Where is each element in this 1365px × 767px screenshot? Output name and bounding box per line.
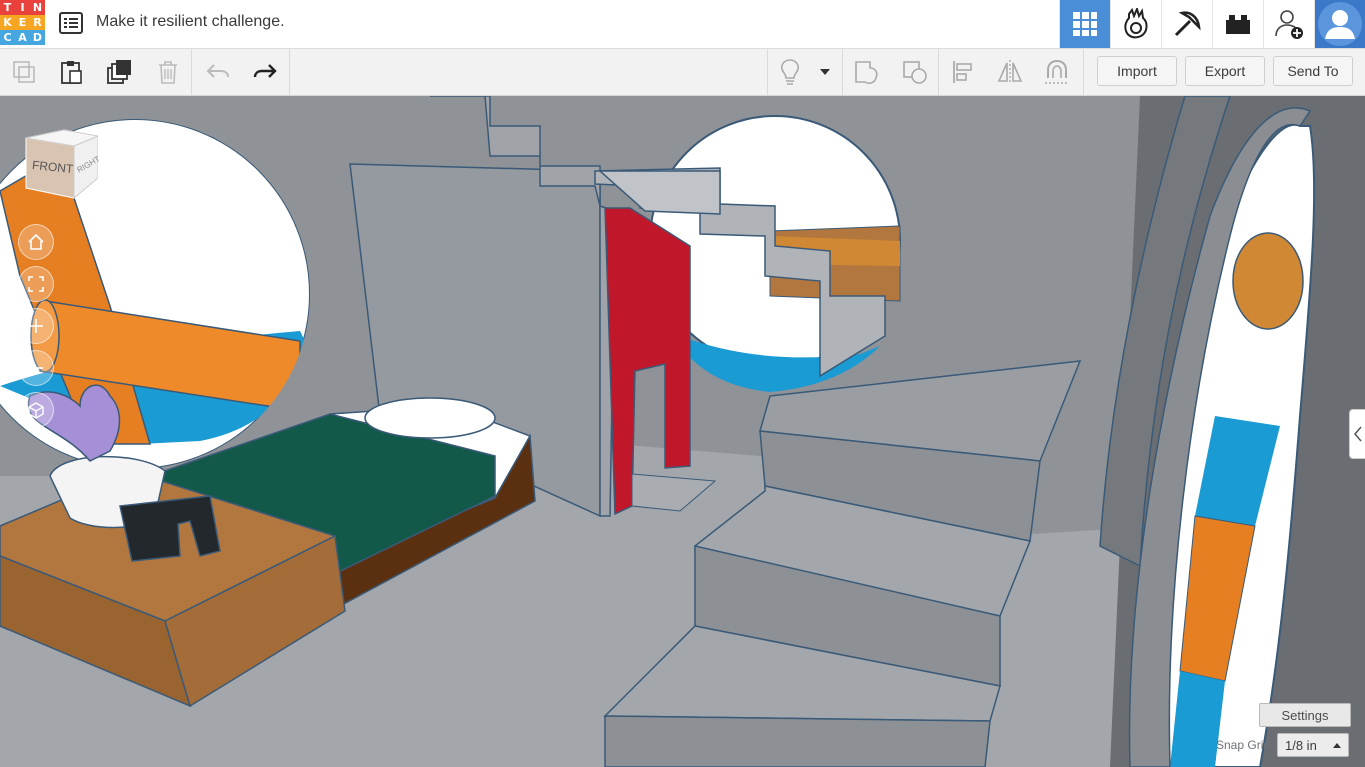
black-chair xyxy=(119,495,221,562)
codeblocks-icon[interactable] xyxy=(1110,0,1161,48)
workplane-viewport[interactable]: FRONT RIGHT xyxy=(0,96,1365,767)
group-icon[interactable] xyxy=(851,57,881,87)
shapes-panel-toggle[interactable] xyxy=(1349,409,1365,459)
undo-icon[interactable] xyxy=(203,57,233,87)
design-list-icon[interactable] xyxy=(58,11,84,35)
top-nav xyxy=(1059,0,1365,48)
redo-icon[interactable] xyxy=(250,57,280,87)
tinkercad-logo[interactable]: TINKERCAD xyxy=(0,0,46,46)
logo-letter: A xyxy=(15,30,30,45)
dropdown-caret-icon[interactable] xyxy=(812,57,838,87)
edit-toolbar: Import Export Send To xyxy=(0,49,1365,96)
delete-icon[interactable] xyxy=(153,57,183,87)
duplicate-icon[interactable] xyxy=(105,57,135,87)
import-button[interactable]: Import xyxy=(1097,56,1177,86)
snap-grid-value: 1/8 in xyxy=(1285,737,1317,753)
3d-design-grid-icon[interactable] xyxy=(1059,0,1110,48)
design-title[interactable]: Make it resilient challenge. xyxy=(96,13,285,31)
snap-grid-label: Snap Grid xyxy=(1216,738,1271,752)
toolbar-divider xyxy=(191,49,192,95)
export-button[interactable]: Export xyxy=(1185,56,1265,86)
zoom-out-icon[interactable] xyxy=(18,350,54,386)
toolbar-divider xyxy=(938,49,939,95)
settings-button[interactable]: Settings xyxy=(1259,703,1351,727)
top-bar: TINKERCAD Make it resilient challenge. xyxy=(0,0,1365,49)
snap-grid-select[interactable]: 1/8 in xyxy=(1277,733,1349,757)
logo-letter: N xyxy=(30,0,45,15)
align-icon[interactable] xyxy=(948,57,978,87)
fit-view-icon[interactable] xyxy=(18,266,54,302)
logo-letter: K xyxy=(0,15,15,30)
view-cube[interactable]: FRONT RIGHT xyxy=(24,126,101,202)
3d-scene[interactable] xyxy=(0,96,1365,767)
note-bulb-icon[interactable] xyxy=(775,57,805,87)
toolbar-divider xyxy=(767,49,768,95)
chevron-left-icon xyxy=(1354,426,1362,442)
logo-letter: E xyxy=(15,15,30,30)
mirror-icon[interactable] xyxy=(995,57,1025,87)
zoom-in-icon[interactable] xyxy=(18,308,54,344)
copy-icon[interactable] xyxy=(9,57,39,87)
send-to-button[interactable]: Send To xyxy=(1273,56,1353,86)
paste-icon[interactable] xyxy=(56,57,86,87)
ungroup-icon[interactable] xyxy=(900,57,930,87)
home-view-icon[interactable] xyxy=(18,224,54,260)
logo-letter: R xyxy=(30,15,45,30)
toolbar-divider xyxy=(289,49,290,95)
logo-letter: D xyxy=(30,30,45,45)
logo-letter: T xyxy=(0,0,15,15)
lego-brick-icon[interactable] xyxy=(1212,0,1263,48)
magnet-icon[interactable] xyxy=(1042,57,1072,87)
user-avatar-icon[interactable] xyxy=(1314,0,1365,48)
toolbar-divider xyxy=(1083,49,1084,95)
toolbar-divider xyxy=(842,49,843,95)
logo-letter: I xyxy=(15,0,30,15)
add-user-icon[interactable] xyxy=(1263,0,1314,48)
perspective-icon[interactable] xyxy=(18,392,54,428)
minecraft-pickaxe-icon[interactable] xyxy=(1161,0,1212,48)
logo-letter: C xyxy=(0,30,15,45)
caret-up-icon xyxy=(1333,743,1341,748)
